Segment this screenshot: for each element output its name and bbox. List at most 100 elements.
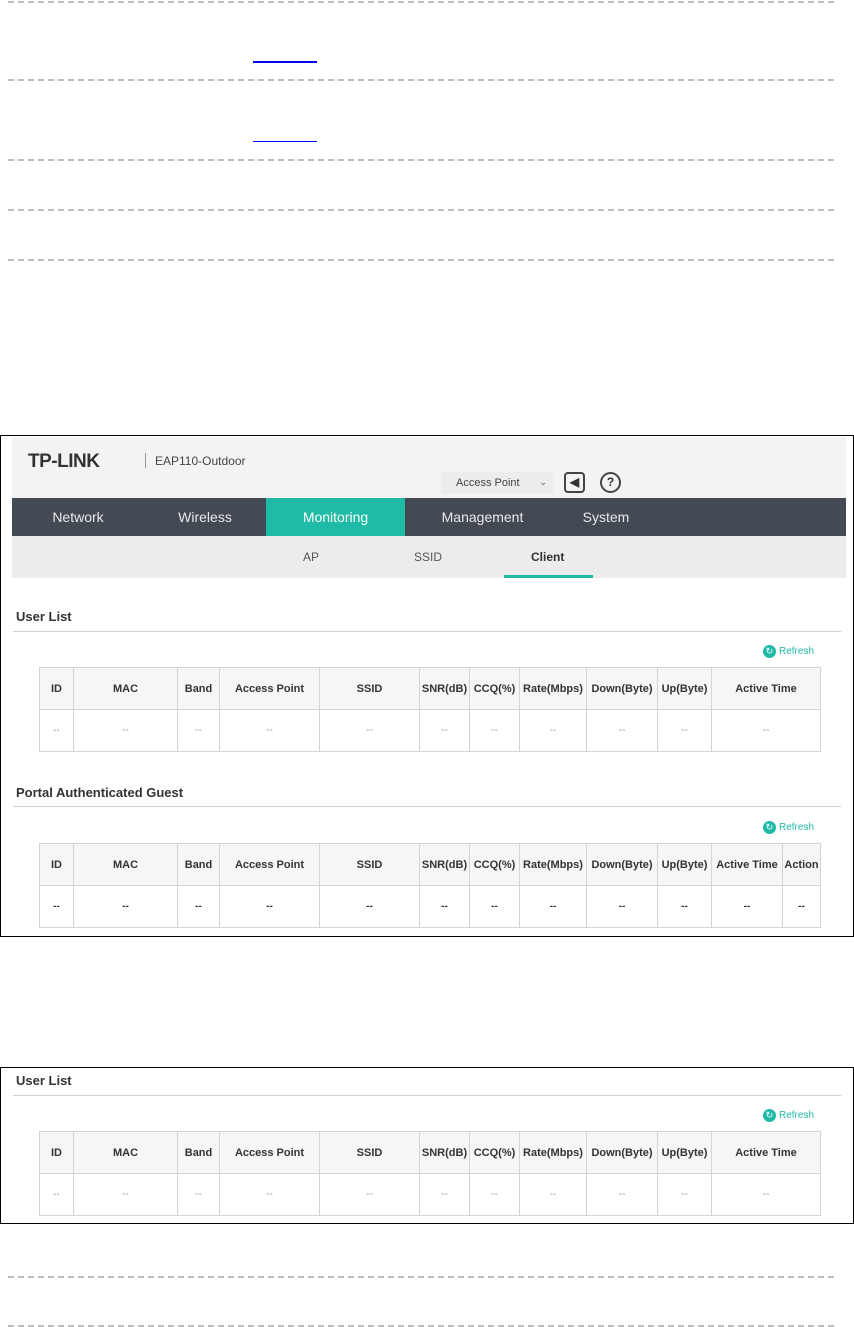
column-header: Access Point [219,1131,320,1174]
column-header: Down(Byte) [586,843,658,886]
column-header: Up(Byte) [657,667,712,710]
section-title: Portal Authenticated Guest [16,785,184,800]
hyperlink[interactable] [253,141,317,142]
refresh-button[interactable]: ↻ Refresh [763,821,814,834]
column-header: Rate(Mbps) [519,667,587,710]
tab-network[interactable]: Network [12,498,144,536]
divider [13,806,841,807]
table-cell: -- [39,709,74,752]
section-title: User List [16,609,72,624]
table-cell: -- [177,1173,220,1216]
refresh-label: Refresh [779,1110,815,1122]
column-header: Access Point [219,843,320,886]
table-header-row: ID MAC Band Access Point SSID SNR(dB) CCQ(%) Ra… [39,843,821,886]
table-cell: -- [73,1173,178,1216]
table-cell: -- [519,1173,587,1216]
table-row: -- -- -- -- -- -- -- -- -- -- -- [39,1173,821,1216]
table-cell: -- [73,885,178,928]
refresh-icon: ↻ [763,1109,776,1122]
tab-system[interactable]: System [560,498,652,536]
tab-management[interactable]: Management [405,498,560,536]
mode-value: Access Point [456,477,520,489]
active-tab-indicator [504,575,593,578]
column-header: Up(Byte) [657,843,712,886]
table-cell: -- [782,885,821,928]
subtab-client[interactable]: Client [531,550,564,564]
tab-monitoring[interactable]: Monitoring [266,498,405,536]
column-header: ID [39,843,74,886]
table-row: -- -- -- -- -- -- -- -- -- -- -- [39,709,821,752]
divider [13,1095,841,1096]
column-header: Active Time [711,667,821,710]
column-header: CCQ(%) [469,843,520,886]
column-header: Access Point [219,667,320,710]
divider [13,631,841,632]
column-header: MAC [73,667,178,710]
column-header: SSID [319,667,420,710]
table-cell: -- [73,709,178,752]
table-cell: -- [469,709,520,752]
table-cell: -- [586,709,658,752]
column-header: Down(Byte) [586,1131,658,1174]
column-header: Band [177,667,220,710]
column-header: Rate(Mbps) [519,843,587,886]
table-cell: -- [519,885,587,928]
divider [8,259,834,261]
divider [8,1,834,3]
column-header: CCQ(%) [469,667,520,710]
refresh-button[interactable]: ↻ Refresh [763,645,814,658]
column-header: SSID [319,843,420,886]
column-header: CCQ(%) [469,1131,520,1174]
mode-select[interactable]: Access Point ⌄ [441,472,553,494]
column-header: ID [39,1131,74,1174]
column-header: Band [177,1131,220,1174]
hyperlink[interactable] [253,61,317,63]
column-header: Up(Byte) [657,1131,712,1174]
chevron-down-icon: ⌄ [539,477,547,487]
subtab-ssid[interactable]: SSID [414,550,442,564]
table-cell: -- [469,1173,520,1216]
refresh-label: Refresh [779,822,815,834]
divider [8,79,834,81]
divider [8,209,834,211]
logout-icon[interactable]: ◀ [564,472,585,493]
table-cell: -- [586,1173,658,1216]
subtab-ap[interactable]: AP [303,550,319,564]
table-row: -- -- -- -- -- -- -- -- -- -- -- -- [39,885,821,928]
help-icon[interactable]: ? [600,472,621,493]
column-header: MAC [73,843,178,886]
column-header: MAC [73,1131,178,1174]
column-header: Band [177,843,220,886]
user-list-table: ID MAC Band Access Point SSID SNR(dB) CCQ(%) Ra… [39,1131,821,1216]
table-cell: -- [319,709,420,752]
table-cell: -- [711,1173,821,1216]
main-nav: Network Wireless Monitoring Management S… [12,498,846,536]
column-header: ID [39,667,74,710]
table-cell: -- [219,709,320,752]
refresh-icon: ↻ [763,645,776,658]
tab-wireless[interactable]: Wireless [144,498,266,536]
table-cell: -- [657,885,712,928]
refresh-button[interactable]: ↻ Refresh [763,1109,814,1122]
table-cell: -- [177,885,220,928]
refresh-icon: ↻ [763,821,776,834]
portal-guest-table: ID MAC Band Access Point SSID SNR(dB) CCQ(%) Ra… [39,843,821,928]
table-cell: -- [177,709,220,752]
device-model: EAP110-Outdoor [155,454,246,468]
table-cell: -- [711,885,783,928]
table-cell: -- [319,885,420,928]
table-cell: -- [219,1173,320,1216]
table-cell: -- [657,709,712,752]
table-cell: -- [657,1173,712,1216]
table-cell: -- [219,885,320,928]
screenshot-user-list: User List ↻ Refresh ID MAC Band Access Point… [0,1067,854,1224]
column-header: SNR(dB) [419,667,470,710]
column-header: SNR(dB) [419,1131,470,1174]
refresh-label: Refresh [779,646,815,658]
header: TP-LINK EAP110-Outdoor Access Point ⌄ ◀ ? [12,437,846,498]
column-header: SSID [319,1131,420,1174]
tp-link-logo: TP-LINK [28,451,100,472]
column-header: Down(Byte) [586,667,658,710]
table-cell: -- [519,709,587,752]
table-header-row: ID MAC Band Access Point SSID SNR(dB) CCQ(%) Ra… [39,667,821,710]
